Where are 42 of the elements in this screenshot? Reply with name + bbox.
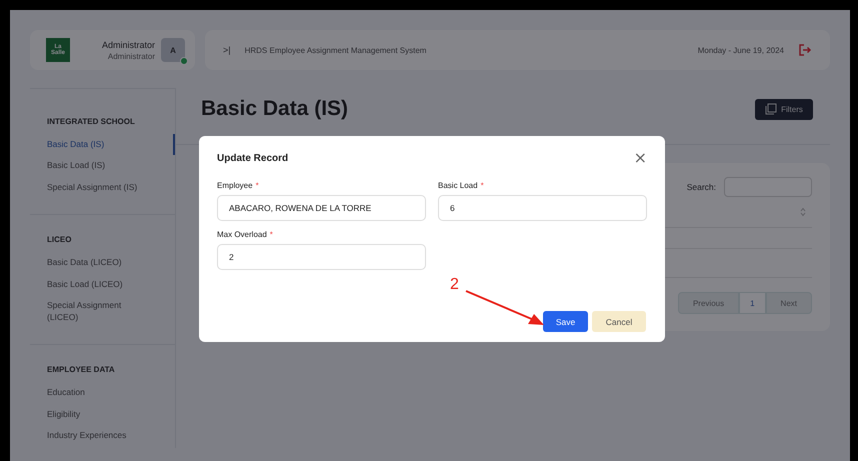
search-field[interactable]: [724, 177, 812, 197]
sidebar-item[interactable]: Industry Experiences: [47, 425, 175, 447]
close-button[interactable]: ×: [634, 150, 647, 166]
input-field[interactable]: ABACARO, ROWENA DE LA TORRE: [217, 195, 426, 221]
field-label: Max Overload: [217, 230, 267, 239]
required-mark: *: [270, 230, 273, 239]
page-title: Basic Data (IS): [201, 97, 348, 121]
sidebar-item[interactable]: Basic Data (LICEO): [47, 252, 175, 274]
avatar[interactable]: A: [161, 38, 185, 62]
images-icon: [765, 103, 778, 115]
sidebar-item[interactable]: Basic Data (IS): [47, 134, 175, 156]
user-role: Administrator: [108, 52, 155, 60]
sidebar-item[interactable]: Education: [47, 382, 175, 404]
input-field[interactable]: 6: [438, 195, 647, 221]
modal-title: Update Record: [217, 152, 288, 164]
sort-icon[interactable]: [800, 207, 806, 217]
date-text: Monday - June 19, 2024: [698, 46, 784, 54]
logout-icon[interactable]: [798, 43, 812, 57]
filters-button[interactable]: Filters: [755, 98, 813, 120]
sidebar-item[interactable]: Eligibility: [47, 404, 175, 426]
search-label: Search:: [686, 182, 716, 192]
pagination-button[interactable]: Previous: [678, 292, 740, 314]
section-heading: LICEO: [47, 235, 72, 244]
save-button[interactable]: Save: [543, 311, 588, 332]
app-title: HRDS Employee Assignment Management System: [244, 46, 428, 54]
field-label: Basic Load: [438, 181, 478, 190]
user-name: Administrator: [102, 40, 155, 50]
field-label: Employee: [217, 181, 253, 190]
section-heading: EMPLOYEE DATA: [47, 365, 116, 374]
pagination-button[interactable]: 1: [739, 292, 766, 314]
pagination-button[interactable]: Next: [766, 292, 812, 314]
sidebar-item[interactable]: Special Assignment (IS): [47, 176, 175, 198]
required-mark: *: [256, 181, 259, 190]
section-heading: INTEGRATED SCHOOL: [47, 117, 136, 126]
input-field[interactable]: 2: [217, 244, 426, 270]
sidebar-item[interactable]: Special Assignment (LICEO): [47, 295, 175, 328]
sidebar-item[interactable]: Basic Load (LICEO): [47, 274, 175, 296]
required-mark: *: [480, 181, 484, 190]
sidebar-item[interactable]: Basic Load (IS): [47, 155, 175, 177]
sidebar-toggle-button[interactable]: >|: [223, 45, 231, 55]
cancel-button[interactable]: Cancel: [592, 311, 646, 332]
annotation-number: 2: [450, 276, 459, 294]
